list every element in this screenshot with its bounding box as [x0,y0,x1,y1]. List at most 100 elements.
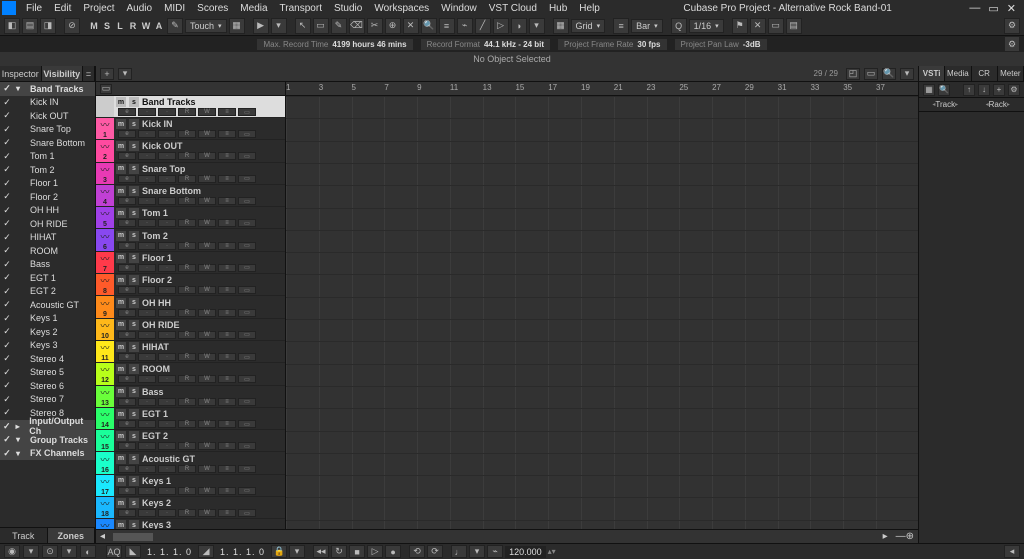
track-ctrl[interactable]: R [178,375,196,383]
solo-button[interactable]: s [129,97,139,107]
right-tab-vsti[interactable]: VSTi [919,66,945,81]
track-ctrl[interactable]: e [118,442,136,450]
menu-audio[interactable]: Audio [120,3,158,14]
toolbar-settings[interactable]: ⚙ [1004,18,1020,34]
mute-button[interactable]: m [116,364,126,374]
track-ctrl[interactable]: W [198,487,216,495]
visibility-item[interactable]: ✓▸Input/Output Ch [0,420,95,434]
visibility-item[interactable]: ✓Keys 2 [0,325,95,339]
visibility-item[interactable]: ✓Floor 1 [0,177,95,191]
mute-button[interactable]: m [116,253,126,263]
track-header[interactable]: 〰8msFloor 2e··RW≡▭ [96,274,285,296]
visibility-item[interactable]: ✓Kick OUT [0,109,95,123]
track-ctrl[interactable]: · [138,331,156,339]
track-ctrl[interactable]: ≡ [218,242,236,250]
tab-track-filter[interactable]: Track [0,528,48,543]
tool-erase[interactable]: ⌫ [349,18,365,34]
track-ctrl[interactable]: · [158,264,176,272]
track-ctrl[interactable]: W [198,175,216,183]
track-ctrl[interactable]: ▭ [238,487,256,495]
visibility-item[interactable]: ✓Tom 2 [0,163,95,177]
track-ctrl[interactable]: W [198,108,216,116]
mute-button[interactable]: m [116,119,126,129]
visibility-item[interactable]: ✓Acoustic GT [0,298,95,312]
tool-color[interactable]: ◑ [511,18,527,34]
col-track[interactable]: Track [919,98,972,111]
solo-button[interactable]: s [129,342,139,352]
mute-button[interactable]: m [116,342,126,352]
aq-button[interactable]: AQ [106,545,122,558]
track-ctrl[interactable]: · [138,465,156,473]
track-header[interactable]: 〰14msEGT 1e··RW≡▭ [96,408,285,430]
automation-icon[interactable]: ✎ [167,18,183,34]
menu-vst-cloud[interactable]: VST Cloud [483,3,543,14]
track-filter-menu[interactable]: ▾ [900,68,914,80]
minimize-button[interactable]: — [969,2,980,15]
transport-punch-menu[interactable]: ▾ [61,545,77,558]
track-ctrl[interactable]: ≡ [218,286,236,294]
track-ctrl[interactable]: · [158,309,176,317]
mute-button[interactable]: m [116,231,126,241]
track-ctrl[interactable]: ▭ [238,420,256,428]
transport-rewind[interactable]: ◂◂ [313,545,329,558]
open-automation-panel[interactable]: ▦ [229,18,245,34]
track-ctrl[interactable]: ▭ [238,375,256,383]
add-track-button[interactable]: + [100,68,114,80]
track-ctrl[interactable]: · [158,509,176,517]
ruler[interactable]: 135791113151719212325272931333537 [286,82,918,96]
track-ctrl[interactable]: · [138,353,156,361]
track-ctrl[interactable]: W [198,442,216,450]
tool-range[interactable]: ▭ [313,18,329,34]
tool-warp[interactable]: ⌁ [457,18,473,34]
track-ctrl[interactable]: · [138,398,156,406]
mute-button[interactable]: m [116,298,126,308]
track-ctrl[interactable]: ▭ [238,219,256,227]
track-header[interactable]: 〰18msKeys 2e··RW≡▭ [96,497,285,519]
track-ctrl[interactable]: ≡ [218,108,236,116]
vsti-add[interactable]: + [993,84,1005,96]
visibility-item[interactable]: ✓Stereo 5 [0,366,95,380]
tab-visibility[interactable]: Visibility [42,66,84,81]
divide-tracklist[interactable]: ▭ [100,84,112,94]
grid-type-dropdown[interactable]: Bar [631,19,663,33]
track-ctrl[interactable]: ▭ [238,331,256,339]
track-ctrl[interactable]: · [158,353,176,361]
solo-button[interactable]: s [129,454,139,464]
visibility-item[interactable]: ✓EGT 1 [0,271,95,285]
track-folder-header[interactable]: msBand Trackse··RW≡▭ [96,96,285,118]
track-ctrl[interactable]: W [198,309,216,317]
track-ctrl[interactable]: e [118,152,136,160]
visibility-item[interactable]: ✓▾Band Tracks [0,82,95,96]
track-ctrl[interactable]: ≡ [218,420,236,428]
event-area[interactable]: 135791113151719212325272931333537 [286,82,918,529]
track-ctrl[interactable]: W [198,353,216,361]
track-ctrl[interactable]: · [158,175,176,183]
track-ctrl[interactable]: e [118,108,136,116]
vsti-prev[interactable]: ↑ [963,84,975,96]
marker-prev[interactable]: ⟲ [409,545,425,558]
right-tab-meter[interactable]: Meter [998,66,1024,81]
track-ctrl[interactable]: ▭ [238,286,256,294]
track-ctrl[interactable]: · [158,197,176,205]
track-ctrl[interactable]: W [198,219,216,227]
track-ctrl[interactable]: · [158,219,176,227]
transport-record[interactable]: ● [385,545,401,558]
punch-out[interactable]: ▾ [289,545,305,558]
visibility-item[interactable]: ✓▾Group Tracks [0,433,95,447]
tool-split[interactable]: ✂ [367,18,383,34]
track-ctrl[interactable]: · [138,420,156,428]
track-header[interactable]: 〰3msSnare Tope··RW≡▭ [96,163,285,185]
visibility-item[interactable]: ✓HIHAT [0,231,95,245]
tool-draw[interactable]: ✎ [331,18,347,34]
solo-button[interactable]: s [129,253,139,263]
track-ctrl[interactable]: · [138,509,156,517]
track-ctrl[interactable]: ▭ [238,398,256,406]
solo-button[interactable]: s [129,164,139,174]
menu-midi[interactable]: MIDI [158,3,191,14]
visibility-item[interactable]: ✓OH HH [0,204,95,218]
visibility-item[interactable]: ✓▾FX Channels [0,447,95,461]
track-header[interactable]: 〰9msOH HHe··RW≡▭ [96,296,285,318]
track-ctrl[interactable]: e [118,286,136,294]
transport-settings[interactable]: ◂ [1004,545,1020,558]
track-ctrl[interactable]: R [178,264,196,272]
